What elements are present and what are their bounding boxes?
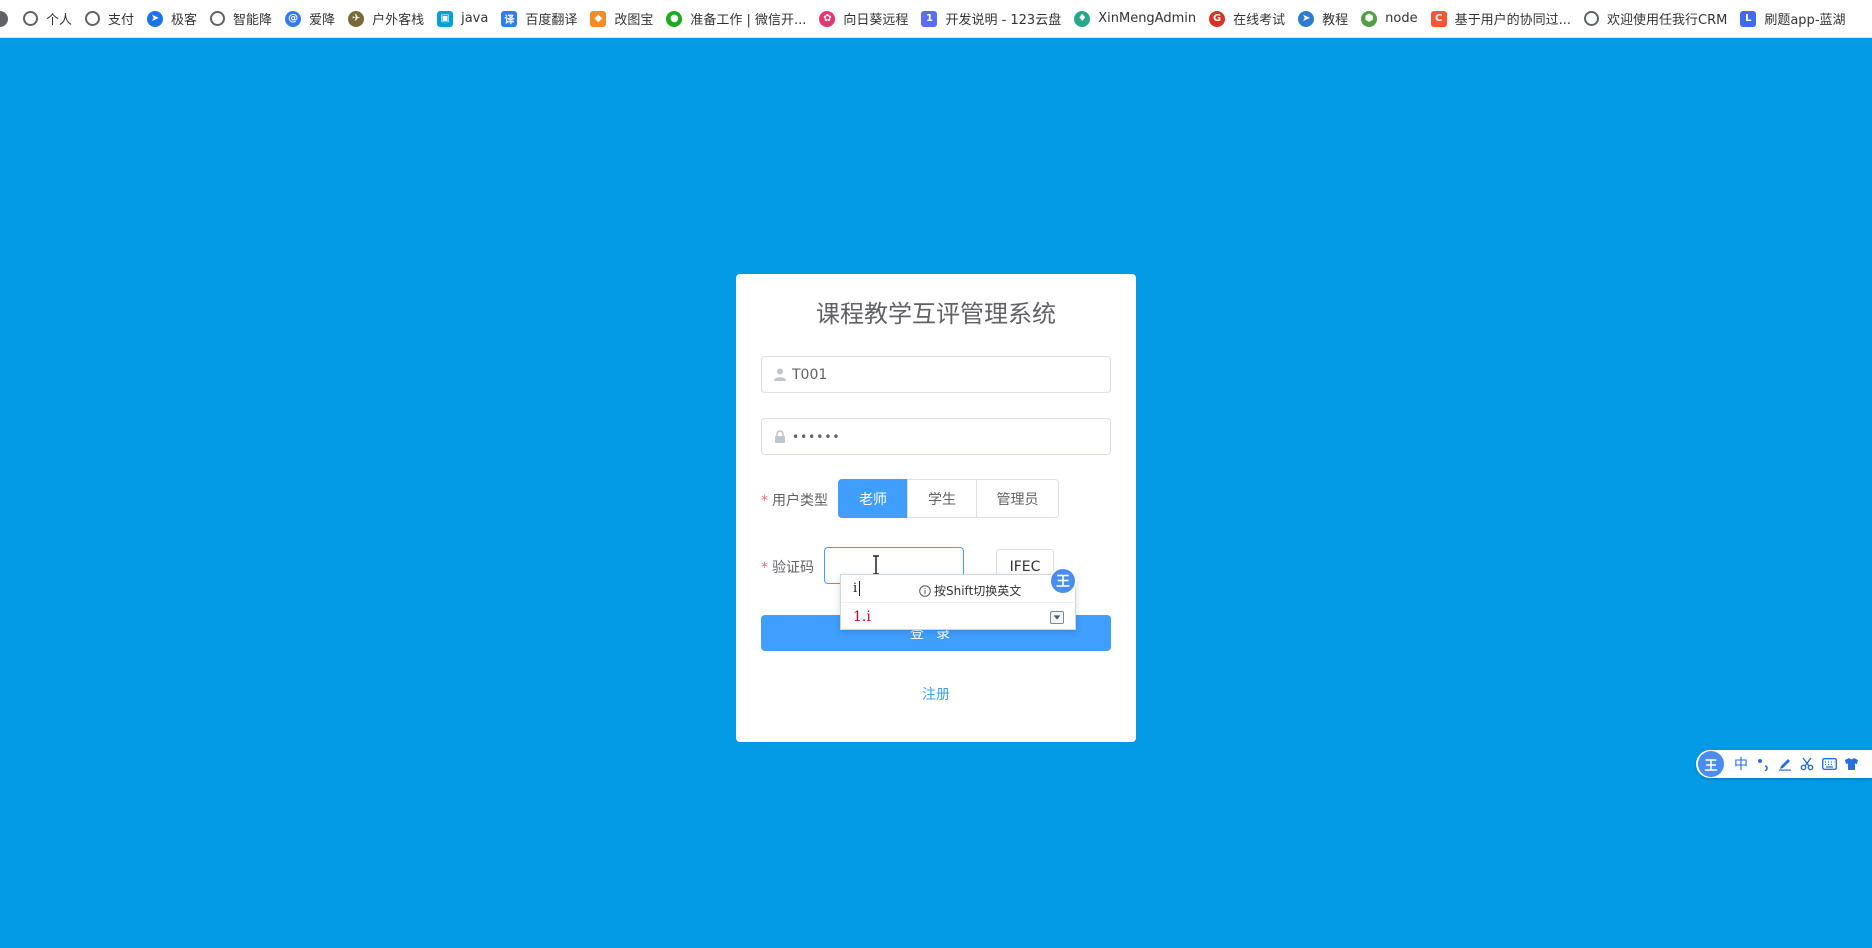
bookmark-label: 开发说明 - 123云盘	[945, 13, 1062, 28]
wechat-icon: ●	[666, 10, 683, 27]
bookmark-partial-icon[interactable]	[0, 10, 8, 27]
bookmark-item[interactable]: @ 爱降	[278, 0, 341, 37]
ime-composition-row: i 按Shift切换英文	[841, 575, 1077, 603]
text-cursor-icon	[873, 555, 879, 575]
ime-candidate-popup: i 按Shift切换英文 王 1.i	[840, 567, 1077, 630]
bookmark-label: 极客	[171, 13, 198, 28]
skin-icon[interactable]	[1840, 753, 1862, 775]
bookmark-label: 支付	[108, 13, 135, 28]
bookmark-item[interactable]: C 基于用户的协同过...	[1424, 0, 1577, 37]
translate-icon: 译	[501, 10, 518, 27]
globe-icon	[23, 11, 38, 26]
bookmark-label: 户外客栈	[372, 13, 425, 28]
bookmark-item[interactable]: 智能降	[203, 0, 278, 37]
ime-expand-icon[interactable]	[1050, 611, 1064, 624]
bookmark-label: 准备工作 | 微信开...	[690, 13, 807, 28]
rocket-icon: ✈	[348, 10, 365, 27]
globe-icon	[210, 11, 226, 26]
bilibili-icon: ▣	[437, 10, 454, 27]
c-icon: C	[1430, 10, 1447, 27]
user-type-student[interactable]: 学生	[907, 479, 977, 518]
bookmark-item[interactable]: ➤ 教程	[1291, 0, 1354, 37]
bookmark-item[interactable]: 译百度翻译	[494, 0, 583, 37]
user-icon	[774, 368, 786, 381]
bookmark-item[interactable]: ➤ 极客	[140, 0, 203, 37]
bookmark-item[interactable]: L 刷题app-蓝湖	[1733, 0, 1851, 37]
username-field[interactable]: T001	[761, 356, 1111, 393]
login-card: 课程教学互评管理系统 T001 •••••• * 用户类型 老师 学生 管理员 *…	[736, 274, 1136, 742]
user-type-admin[interactable]: 管理员	[976, 479, 1059, 518]
bookmark-label: XinMengAdmin	[1098, 11, 1197, 26]
ime-logo-icon[interactable]: 王	[1049, 567, 1077, 595]
bookmark-label: 基于用户的协同过...	[1454, 13, 1572, 28]
sunflower-icon: ✿	[819, 10, 836, 27]
bookmark-list: 个人 支付 ➤ 极客 智能降 @ 爱降 ✈ 户外客栈 ▣ java 译百度翻译 ◆ 改图宝 ● 准备工作 | …	[16, 0, 1852, 37]
bookmark-label: node	[1385, 11, 1418, 26]
bookmark-item[interactable]: ● 准备工作 | 微信开...	[659, 0, 812, 37]
ime-candidate-1[interactable]: 1.i	[853, 609, 871, 625]
globe-icon	[1584, 11, 1600, 26]
bookmark-item[interactable]: ▣ java	[430, 0, 494, 37]
ime-mode-toggle[interactable]: 中	[1730, 753, 1752, 775]
bookmark-item[interactable]: 欢迎使用任我行CRM	[1577, 0, 1733, 37]
required-mark: *	[761, 493, 768, 509]
globe-icon	[85, 11, 101, 26]
required-mark: *	[761, 560, 768, 576]
bookmark-item[interactable]: ⬢ node	[1354, 0, 1423, 37]
bookmark-label: 百度翻译	[525, 13, 578, 28]
cloud-123-icon: 1	[921, 10, 938, 27]
bookmark-item[interactable]: 1 开发说明 - 123云盘	[914, 0, 1067, 37]
ime-typed-text: i	[853, 581, 858, 596]
ime-caret	[859, 581, 860, 596]
bookmark-item[interactable]: ♦ XinMengAdmin	[1067, 0, 1202, 37]
user-type-label: * 用户类型	[761, 493, 828, 509]
bird-icon: ➤	[1298, 10, 1315, 27]
user-type-teacher[interactable]: 老师	[838, 479, 908, 518]
bookmark-label: java	[461, 11, 489, 26]
ime-toolbar: 王 中	[1696, 750, 1872, 778]
bookmark-item[interactable]: 个人	[16, 0, 78, 37]
paper-plane-icon: ➤	[147, 10, 164, 27]
bookmark-label: 爱降	[309, 13, 336, 28]
username-value: T001	[792, 366, 828, 383]
password-field[interactable]: ••••••	[761, 418, 1111, 455]
bookmark-item[interactable]: 支付	[78, 0, 140, 37]
bookmark-item[interactable]: G 在线考试	[1202, 0, 1291, 37]
bookmark-label: 个人	[46, 13, 73, 28]
punctuation-icon[interactable]	[1752, 753, 1774, 775]
keyboard-icon[interactable]	[1818, 753, 1840, 775]
pen-icon[interactable]	[1774, 753, 1796, 775]
password-mask: ••••••	[792, 429, 841, 444]
bookmark-label: 在线考试	[1233, 13, 1286, 28]
lanhu-icon: L	[1740, 10, 1757, 27]
bookmark-label: 教程	[1322, 13, 1349, 28]
g-icon: G	[1209, 10, 1226, 27]
ime-hint: 按Shift切换英文	[919, 582, 1021, 599]
leaf-icon: ♦	[1074, 10, 1091, 27]
bookmark-label: 改图宝	[614, 13, 654, 28]
captcha-label: * 验证码	[761, 560, 814, 576]
ime-toolbar-logo-icon[interactable]: 王	[1698, 751, 1724, 777]
bookmark-item[interactable]: ◆ 改图宝	[583, 0, 659, 37]
info-icon	[919, 584, 931, 597]
user-type-radio-group: 老师 学生 管理员	[838, 479, 1059, 518]
page-title: 课程教学互评管理系统	[816, 300, 1056, 328]
bookmark-label: 向日葵远程	[843, 13, 909, 28]
swirl-icon: @	[285, 10, 302, 27]
bookmark-item[interactable]: ✿ 向日葵远程	[812, 0, 914, 37]
bookmark-label: 刷题app-蓝湖	[1764, 13, 1846, 28]
bookmarks-bar: 个人 支付 ➤ 极客 智能降 @ 爱降 ✈ 户外客栈 ▣ java 译百度翻译 ◆ 改图宝 ● 准备工作 | …	[0, 0, 1872, 38]
palette-icon: ◆	[590, 10, 607, 27]
nodejs-icon: ⬢	[1361, 10, 1378, 27]
scissors-icon[interactable]	[1796, 753, 1818, 775]
lock-icon	[775, 430, 785, 443]
bookmark-label: 智能降	[233, 13, 273, 28]
bookmark-label: 欢迎使用任我行CRM	[1607, 13, 1728, 28]
bookmark-item[interactable]: ✈ 户外客栈	[341, 0, 430, 37]
register-link[interactable]: 注册	[736, 684, 1136, 704]
